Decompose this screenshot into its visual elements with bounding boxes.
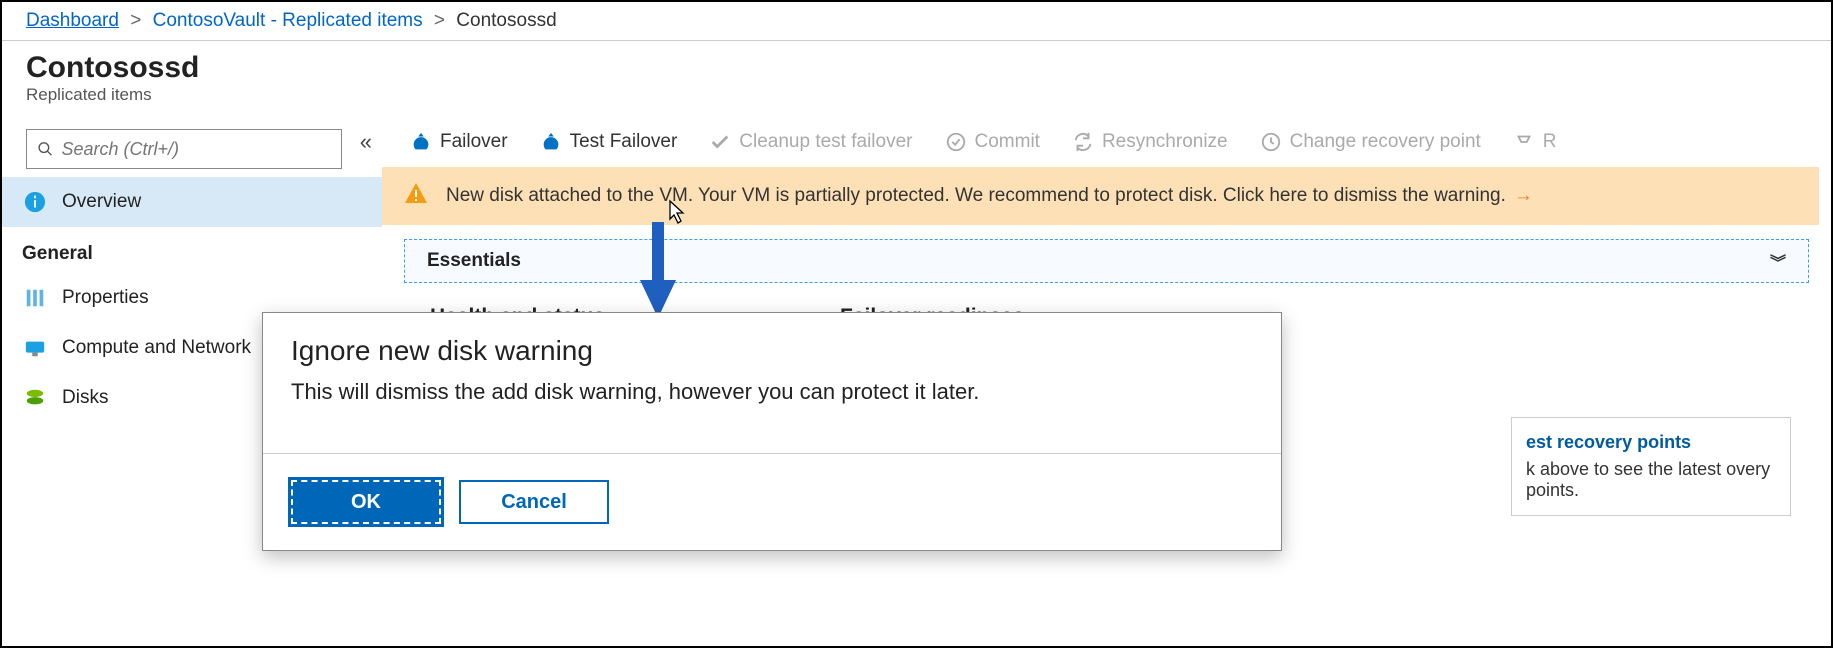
breadcrumb-link-dashboard[interactable]: Dashboard bbox=[26, 10, 119, 31]
toolbar-label: Commit bbox=[975, 131, 1040, 153]
ok-button[interactable]: OK bbox=[291, 480, 441, 524]
toolbar-more: R bbox=[1513, 131, 1557, 153]
sidebar-item-label: Compute and Network bbox=[62, 337, 251, 359]
search-input[interactable] bbox=[62, 139, 331, 160]
toolbar-label: Change recovery point bbox=[1290, 131, 1481, 153]
sidebar-item-label: Overview bbox=[62, 191, 141, 213]
breadcrumb-separator: > bbox=[130, 10, 141, 31]
warning-text: New disk attached to the VM. Your VM is … bbox=[446, 185, 1506, 207]
clock-icon bbox=[1260, 131, 1282, 153]
dialog-ignore-disk-warning: Ignore new disk warning This will dismis… bbox=[262, 312, 1282, 551]
sidebar-item-overview[interactable]: Overview bbox=[2, 177, 382, 227]
toolbar-cleanup: Cleanup test failover bbox=[709, 131, 912, 153]
search-box[interactable] bbox=[26, 129, 342, 169]
breadcrumb-link-vault[interactable]: ContosoVault - Replicated items bbox=[153, 10, 423, 31]
compute-network-icon bbox=[22, 335, 48, 361]
toolbar-label: Test Failover bbox=[570, 131, 678, 153]
arrow-right-icon: → bbox=[1514, 185, 1533, 207]
toolbar-change-recovery-point: Change recovery point bbox=[1260, 131, 1481, 153]
collapse-sidebar-button[interactable]: « bbox=[356, 121, 382, 163]
dialog-body: This will dismiss the add disk warning, … bbox=[291, 379, 1253, 405]
toolbar-commit: Commit bbox=[945, 131, 1040, 153]
page-header: Contosossd Replicated items bbox=[2, 41, 1831, 117]
recovery-card-title: est recovery points bbox=[1526, 432, 1776, 453]
toolbar-failover[interactable]: Failover bbox=[410, 131, 508, 153]
essentials-panel[interactable]: Essentials ︾ bbox=[404, 239, 1809, 283]
warning-banner[interactable]: New disk attached to the VM. Your VM is … bbox=[382, 167, 1819, 225]
breadcrumb-separator: > bbox=[434, 10, 445, 31]
toolbar-resync: Resynchronize bbox=[1072, 131, 1228, 153]
chevron-down-double-icon: ︾ bbox=[1770, 249, 1786, 273]
toolbar-label: Resynchronize bbox=[1102, 131, 1228, 153]
recovery-points-card: est recovery points k above to see the l… bbox=[1511, 417, 1791, 516]
resync-icon bbox=[1072, 131, 1094, 153]
properties-icon bbox=[22, 285, 48, 311]
sidebar-item-label: Disks bbox=[62, 387, 108, 409]
toolbar: Failover Test Failover Cleanup test fail… bbox=[382, 117, 1831, 167]
cancel-button[interactable]: Cancel bbox=[459, 480, 609, 524]
search-icon bbox=[37, 140, 54, 158]
disks-icon bbox=[22, 385, 48, 411]
breadcrumb: Dashboard > ContosoVault - Replicated it… bbox=[2, 2, 1831, 41]
toolbar-test-failover[interactable]: Test Failover bbox=[540, 131, 678, 153]
toolbar-label: Failover bbox=[440, 131, 508, 153]
check-icon bbox=[709, 131, 731, 153]
page-subtitle: Replicated items bbox=[26, 85, 1807, 105]
commit-icon bbox=[945, 131, 967, 153]
warning-icon bbox=[404, 181, 428, 211]
info-icon bbox=[22, 189, 48, 215]
test-failover-icon bbox=[540, 131, 562, 153]
sidebar-item-label: Properties bbox=[62, 287, 149, 309]
essentials-label: Essentials bbox=[427, 250, 521, 272]
recovery-card-body: k above to see the latest overy points. bbox=[1526, 459, 1776, 501]
toolbar-label: R bbox=[1543, 131, 1557, 153]
breadcrumb-current: Contosossd bbox=[456, 10, 556, 31]
sidebar-section-general: General bbox=[2, 227, 382, 273]
dialog-title: Ignore new disk warning bbox=[291, 335, 1253, 367]
toolbar-label: Cleanup test failover bbox=[739, 131, 912, 153]
recycle-icon bbox=[1513, 131, 1535, 153]
failover-icon bbox=[410, 131, 432, 153]
page-title: Contosossd bbox=[26, 51, 1807, 85]
